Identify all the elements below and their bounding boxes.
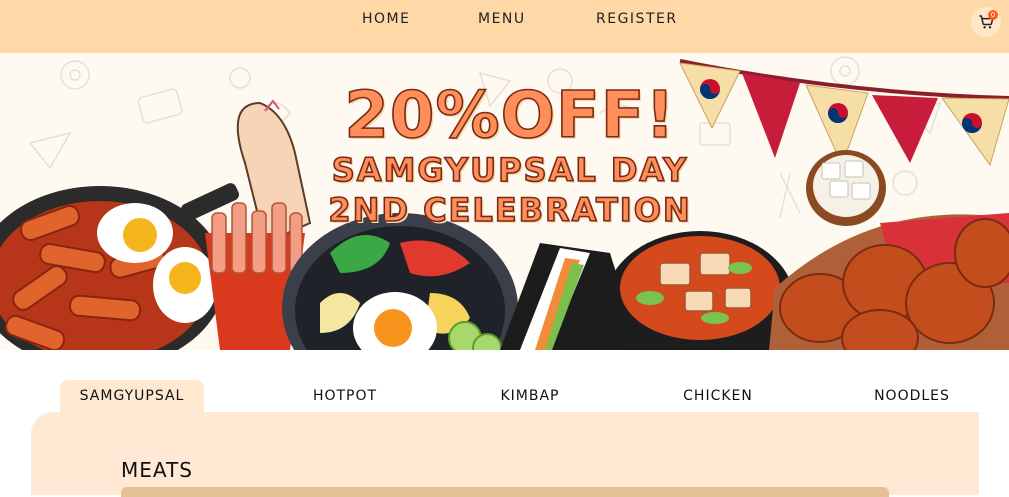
menu-content-panel: MEATS <box>31 412 979 497</box>
menu-item-card[interactable] <box>121 487 889 497</box>
promo-subtitle-line-1: SAMGYUPSAL DAY <box>331 150 689 190</box>
menu-category-tabs: SAMGYUPSAL HOTPOT KIMBAP CHICKEN NOODLES <box>0 350 1009 412</box>
nav-link-home[interactable]: HOME <box>362 11 410 27</box>
top-navigation-bar: HOME MENU REGISTER 0 <box>0 0 1009 53</box>
promo-banner: 20%OFF! SAMGYUPSAL DAY 2ND CELEBRATION <box>0 53 1009 350</box>
promo-title: 20%OFF! <box>344 78 676 154</box>
nav-link-register[interactable]: REGISTER <box>596 11 678 27</box>
cart-count-badge: 0 <box>988 10 998 20</box>
tab-chicken[interactable]: CHICKEN <box>658 380 778 412</box>
tab-samgyupsal[interactable]: SAMGYUPSAL <box>60 380 204 412</box>
tab-kimbap[interactable]: KIMBAP <box>470 380 590 412</box>
tab-noodles[interactable]: NOODLES <box>852 380 972 412</box>
cart-button[interactable]: 0 <box>971 7 1001 37</box>
promo-subtitle-line-2: 2ND CELEBRATION <box>328 190 692 230</box>
nav-link-menu[interactable]: MENU <box>478 11 526 27</box>
tab-hotpot[interactable]: HOTPOT <box>285 380 405 412</box>
section-title-meats: MEATS <box>121 458 193 482</box>
